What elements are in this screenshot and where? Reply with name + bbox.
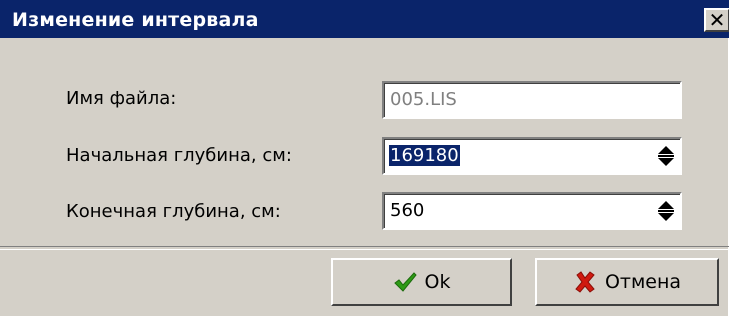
file-name-label: Имя файла: xyxy=(66,88,177,109)
spin-down-arrow-icon[interactable] xyxy=(658,213,674,221)
checkmark-icon xyxy=(393,272,417,292)
end-depth-label: Конечная глубина, см: xyxy=(66,201,281,222)
separator xyxy=(0,246,729,250)
file-name-value: 005.LIS xyxy=(390,89,457,110)
spin-down-arrow-icon[interactable] xyxy=(658,158,674,166)
start-depth-value: 169180 xyxy=(389,145,460,166)
start-depth-field[interactable]: 169180 xyxy=(382,137,682,175)
window-title: Изменение интервала xyxy=(12,9,259,31)
end-depth-spinner[interactable] xyxy=(658,200,674,222)
ok-button[interactable]: Ok xyxy=(331,258,512,306)
end-depth-value: 560 xyxy=(390,200,425,221)
spin-up-arrow-icon[interactable] xyxy=(658,146,674,154)
end-depth-field[interactable]: 560 xyxy=(382,192,682,230)
title-bar: Изменение интервала ✕ xyxy=(0,0,729,38)
close-button[interactable]: ✕ xyxy=(704,8,729,32)
red-x-icon xyxy=(575,271,595,293)
dialog-window: Изменение интервала ✕ Имя файла: 005.LIS… xyxy=(0,0,729,316)
cancel-label: Отмена xyxy=(604,271,682,293)
file-name-field[interactable]: 005.LIS xyxy=(382,81,682,119)
close-icon: ✕ xyxy=(708,8,726,32)
ok-label: Ok xyxy=(424,271,451,293)
start-depth-label: Начальная глубина, см: xyxy=(66,145,292,166)
cancel-button[interactable]: Отмена xyxy=(535,258,719,306)
start-depth-spinner[interactable] xyxy=(658,145,674,167)
spin-up-arrow-icon[interactable] xyxy=(658,201,674,209)
